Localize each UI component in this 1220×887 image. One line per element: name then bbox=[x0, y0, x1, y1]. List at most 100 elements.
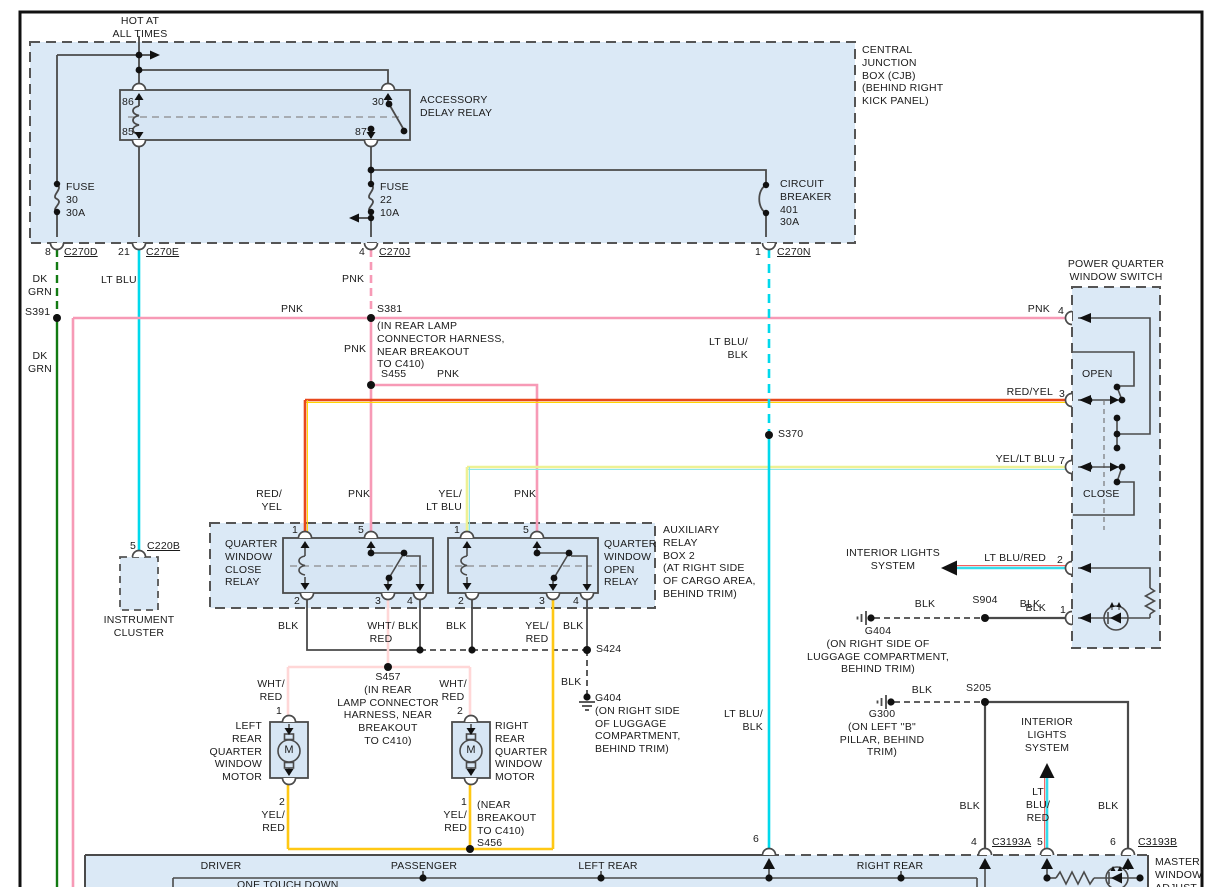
wire-label-red-yel-switch: RED/YEL bbox=[1006, 386, 1053, 398]
wire-label-wht-red-c3: WHT/ RED bbox=[367, 620, 395, 645]
splice-label-s381: S381 bbox=[377, 303, 403, 315]
relay-pin-85: 85 bbox=[122, 126, 135, 138]
open-pin-3: 3 bbox=[539, 595, 546, 607]
splice-label-s205: S205 bbox=[966, 682, 992, 694]
bottom-section-right-rear: RIGHT REAR bbox=[856, 860, 924, 872]
ground-label-g300: G300 (ON LEFT ''B" PILLAR, BEHIND TRIM) bbox=[839, 708, 925, 759]
splice-s391 bbox=[53, 314, 61, 322]
instrument-cluster-label: INSTRUMENT CLUSTER bbox=[103, 614, 175, 639]
open-pin-4: 4 bbox=[573, 595, 580, 607]
open-relay-label: QUARTER WINDOW OPEN RELAY bbox=[604, 538, 657, 589]
wire-label-pnk-branch: PNK bbox=[437, 368, 460, 380]
splice-s457 bbox=[384, 663, 392, 671]
bottom-pin-6-ltblu: 6 bbox=[753, 833, 760, 845]
interior-lights-system-bottom: INTERIOR LIGHTS SYSTEM bbox=[1021, 716, 1073, 754]
splice-s456 bbox=[466, 845, 474, 853]
bottom-section-driver: DRIVER bbox=[200, 860, 242, 872]
fuse-22-label: FUSE 22 10A bbox=[380, 181, 409, 219]
wire-label-yel-red-right: 1 YEL/ RED bbox=[443, 796, 467, 834]
switch-open-label: OPEN bbox=[1082, 368, 1113, 380]
central-junction-box bbox=[29, 41, 856, 244]
c3193b-pin: 6 bbox=[1110, 836, 1117, 848]
one-touch-down-label: ONE TOUCH DOWN bbox=[237, 879, 339, 887]
fuse-30-label: FUSE 30 30A bbox=[66, 181, 95, 219]
wire-label-blk-g300: BLK bbox=[911, 684, 933, 696]
c270n-pin: 1 bbox=[755, 246, 762, 258]
switch-pin-7: 7 bbox=[1059, 455, 1066, 467]
right-motor-m: M bbox=[466, 744, 476, 756]
close-relay-label: QUARTER WINDOW CLOSE RELAY bbox=[225, 538, 278, 589]
component-boxes bbox=[29, 41, 1161, 887]
right-motor-pin-2: 2 bbox=[457, 705, 464, 717]
s457-note: S457 (IN REAR LAMP CONNECTOR HARNESS, NE… bbox=[337, 671, 439, 747]
wire-label-dk-grn-1: DK GRN bbox=[28, 273, 52, 298]
wire-label-blk-c4: BLK bbox=[398, 620, 419, 632]
splice-s904 bbox=[981, 614, 989, 622]
wire-label-yel-red-o3: YEL/ RED bbox=[525, 620, 549, 645]
cjb-label: CENTRAL JUNCTION BOX (CJB) (BEHIND RIGHT… bbox=[862, 44, 944, 108]
switch-close-label: CLOSE bbox=[1083, 488, 1120, 500]
connector-c270n: C270N bbox=[777, 246, 811, 258]
accessory-delay-relay-label: ACCESSORY DELAY RELAY bbox=[420, 94, 493, 119]
switch-pin-4: 4 bbox=[1058, 305, 1065, 317]
close-pin-3: 3 bbox=[375, 595, 382, 607]
left-motor-label: LEFT REAR QUARTER WINDOW MOTOR bbox=[209, 720, 262, 784]
open-pin-5: 5 bbox=[523, 524, 530, 536]
connector-c220b: C220B bbox=[147, 540, 181, 552]
circuit-breaker-label: CIRCUIT BREAKER 401 30A bbox=[780, 178, 832, 229]
wire-label-blk-s424: BLK bbox=[561, 676, 582, 688]
splice-s370 bbox=[765, 431, 773, 439]
wire-label-red-yel-v: RED/ YEL bbox=[256, 488, 282, 513]
wire-label-ltblu-red-v: LT BLU/ RED bbox=[1025, 786, 1051, 824]
left-motor-pin-1: 1 bbox=[276, 705, 283, 717]
close-pin-4: 4 bbox=[407, 595, 414, 607]
wire-label-ltblu-red-switch: LT BLU/RED bbox=[984, 552, 1046, 564]
wire-label-pnk-open: PNK bbox=[514, 488, 537, 500]
connector-c270e: C270E bbox=[146, 246, 180, 258]
wire-label-dk-grn-2: DK GRN bbox=[28, 350, 52, 375]
splice-s455 bbox=[367, 381, 375, 389]
wire-label-blk-o4: BLK bbox=[563, 620, 584, 632]
switch-pin-1: 1 bbox=[1060, 604, 1067, 616]
connector-c3193b: C3193B bbox=[1138, 836, 1178, 848]
splice-label-s904: S904 bbox=[972, 594, 998, 606]
wire-label-yel-ltblu-v: YEL/ LT BLU bbox=[426, 488, 462, 513]
wire-label-pnk-c270j: PNK bbox=[342, 273, 365, 285]
bottom-section-left-rear: LEFT REAR bbox=[578, 860, 638, 872]
splice-label-s455: S455 bbox=[381, 368, 407, 380]
aux-relay-box-label: AUXILIARY RELAY BOX 2 (AT RIGHT SIDE OF … bbox=[663, 524, 756, 600]
wiring-diagram-page: HOT AT ALL TIMES CENTRAL JUNCTION BOX (C… bbox=[0, 0, 1220, 887]
instrument-cluster-box bbox=[119, 556, 159, 611]
switch-pin-2: 2 bbox=[1057, 554, 1064, 566]
splice-label-s370: S370 bbox=[778, 428, 804, 440]
ground-label-g404a: G404 (ON RIGHT SIDE OF LUGGAGE COMPARTME… bbox=[595, 692, 681, 756]
wire-label-pnk-switch: PNK bbox=[1027, 303, 1050, 315]
wire-label-pnk-mid: PNK bbox=[344, 343, 367, 355]
bottom-pin-5: 5 bbox=[1037, 836, 1044, 848]
wire-label-yel-ltblu-switch: YEL/LT BLU bbox=[995, 453, 1055, 465]
wire-label-blk-c2: BLK bbox=[278, 620, 299, 632]
bottom-section-passenger: PASSENGER bbox=[390, 860, 458, 872]
wire-label-pnk-h: PNK bbox=[281, 303, 304, 315]
open-pin-2: 2 bbox=[458, 595, 465, 607]
splice-label-s391: S391 bbox=[25, 306, 51, 318]
relay-pin-30: 30 bbox=[372, 96, 385, 108]
splice-s205 bbox=[981, 698, 989, 706]
hot-at-all-times-label: HOT AT ALL TIMES bbox=[112, 15, 168, 40]
wire-label-pnk-close: PNK bbox=[348, 488, 371, 500]
left-motor-m: M bbox=[284, 744, 294, 756]
c3193a-pin: 4 bbox=[971, 836, 978, 848]
interior-lights-system-top: INTERIOR LIGHTS SYSTEM bbox=[845, 547, 941, 572]
splice-label-s424: S424 bbox=[596, 643, 622, 655]
master-window-adjust-label: MASTER WINDOW ADJUST bbox=[1155, 856, 1203, 887]
connector-c270j: C270J bbox=[379, 246, 411, 258]
close-pin-2: 2 bbox=[294, 595, 301, 607]
s456-note: (NEAR BREAKOUT TO C410) S456 bbox=[477, 799, 537, 850]
splice-s424 bbox=[583, 646, 591, 654]
connector-c3193a: C3193A bbox=[992, 836, 1032, 848]
wire-label-blk-g404b-1: BLK bbox=[914, 598, 936, 610]
wire-label-blk-g404b-2: BLK bbox=[1019, 598, 1041, 610]
s381-note: (IN REAR LAMP CONNECTOR HARNESS, NEAR BR… bbox=[377, 320, 505, 371]
wire-label-wht-red-left: WHT/ RED bbox=[257, 678, 285, 703]
c270j-pin: 4 bbox=[359, 246, 366, 258]
